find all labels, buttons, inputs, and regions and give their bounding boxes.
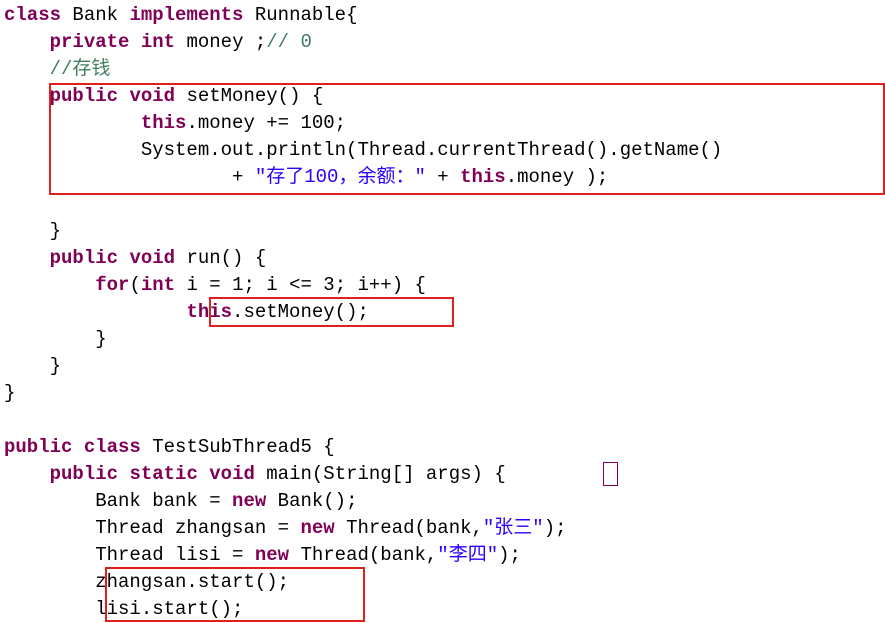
code-token: .setMoney(); bbox=[232, 301, 369, 323]
code-token: Runnable{ bbox=[243, 4, 358, 26]
code-line: } bbox=[4, 326, 722, 353]
code-token: Thread lisi = bbox=[4, 544, 255, 566]
code-token: System.out.println(Thread.currentThread(… bbox=[4, 139, 723, 161]
code-token: .money += 100; bbox=[186, 112, 347, 134]
keyword-token: public bbox=[49, 463, 119, 485]
code-line: ​ bbox=[4, 191, 722, 218]
code-line: public static void main(String[] args) { bbox=[4, 461, 722, 488]
keyword-token: static bbox=[129, 463, 198, 485]
comment-token: // 0 bbox=[266, 31, 312, 53]
code-token: i = 1; i <= 3; i++) { bbox=[175, 274, 426, 296]
code-line: Bank bank = new Bank(); bbox=[4, 488, 722, 515]
keyword-token: public bbox=[49, 247, 119, 269]
code-token: Thread zhangsan = bbox=[4, 517, 301, 539]
code-line: + "存了100，余额：" + this.money ); bbox=[4, 164, 722, 191]
keyword-token: class bbox=[83, 436, 141, 458]
code-token: } bbox=[4, 355, 62, 377]
code-token: .money ); bbox=[505, 166, 609, 188]
code-line: class Bank implements Runnable{ bbox=[4, 2, 722, 29]
code-token: Thread(bank, bbox=[289, 544, 438, 566]
comment-token: //存钱 bbox=[49, 58, 111, 80]
code-token: } bbox=[4, 328, 107, 350]
code-line: public class TestSubThread5 { bbox=[4, 434, 722, 461]
keyword-token: for bbox=[95, 274, 130, 296]
code-token: } bbox=[4, 220, 62, 242]
code-token: Thread(bank, bbox=[334, 517, 483, 539]
code-token: ( bbox=[129, 274, 141, 296]
code-line: this.setMoney(); bbox=[4, 299, 722, 326]
code-token: ); bbox=[543, 517, 567, 539]
code-line: public void setMoney() { bbox=[4, 83, 722, 110]
code-line: public void run() { bbox=[4, 245, 722, 272]
code-line: } bbox=[4, 218, 722, 245]
keyword-token: public bbox=[49, 85, 119, 107]
code-line: this.money += 100; bbox=[4, 110, 722, 137]
keyword-token: this bbox=[140, 112, 187, 134]
code-token: main(String[] args) { bbox=[254, 463, 506, 485]
string-token: "存了100，余额：" bbox=[254, 166, 426, 188]
code-token: zhangsan.start(); bbox=[4, 571, 290, 593]
code-token: Bank bbox=[61, 4, 130, 26]
keyword-token: private bbox=[49, 31, 130, 53]
keyword-token: void bbox=[129, 85, 176, 107]
keyword-token: new bbox=[232, 490, 267, 512]
code-line: Thread lisi = new Thread(bank,"李四"); bbox=[4, 542, 722, 569]
code-line: private int money ;// 0 bbox=[4, 29, 722, 56]
code-token: } bbox=[4, 382, 16, 404]
code-line: for(int i = 1; i <= 3; i++) { bbox=[4, 272, 722, 299]
code-line: } bbox=[4, 353, 722, 380]
string-token: "李四" bbox=[437, 544, 499, 566]
keyword-token: new bbox=[254, 544, 290, 566]
keyword-token: this bbox=[460, 166, 506, 188]
code-line: ​ bbox=[4, 407, 722, 434]
keyword-token: void bbox=[209, 463, 255, 485]
code-token: lisi.start(); bbox=[4, 598, 244, 620]
keyword-token: implements bbox=[129, 4, 244, 26]
code-token: + bbox=[4, 166, 255, 188]
code-token: run() { bbox=[175, 247, 267, 269]
code-line: } bbox=[4, 380, 722, 407]
code-line: Thread zhangsan = new Thread(bank,"张三"); bbox=[4, 515, 722, 542]
code-line: //存钱 bbox=[4, 56, 722, 83]
keyword-token: this bbox=[186, 301, 233, 323]
code-line: zhangsan.start(); bbox=[4, 569, 722, 596]
code-block: class Bank implements Runnable{ private … bbox=[4, 2, 722, 623]
keyword-token: public bbox=[4, 436, 73, 458]
string-token: "张三" bbox=[482, 517, 544, 539]
code-token: money ; bbox=[175, 31, 267, 53]
keyword-token: int bbox=[140, 31, 176, 53]
code-token: Bank bank = bbox=[4, 490, 233, 512]
keyword-token: void bbox=[129, 247, 176, 269]
keyword-token: new bbox=[300, 517, 335, 539]
code-token: + bbox=[425, 166, 461, 188]
keyword-token: int bbox=[140, 274, 176, 296]
code-line: System.out.println(Thread.currentThread(… bbox=[4, 137, 723, 164]
code-editor: { "lines": [ [{"t":"class","k":"kw"},{"t… bbox=[0, 0, 885, 622]
keyword-token: class bbox=[4, 4, 62, 26]
code-token: TestSubThread5 { bbox=[140, 436, 335, 458]
code-token: setMoney() { bbox=[175, 85, 324, 107]
code-line: lisi.start(); bbox=[4, 596, 722, 623]
code-token: Bank(); bbox=[266, 490, 358, 512]
code-token: ); bbox=[498, 544, 521, 566]
